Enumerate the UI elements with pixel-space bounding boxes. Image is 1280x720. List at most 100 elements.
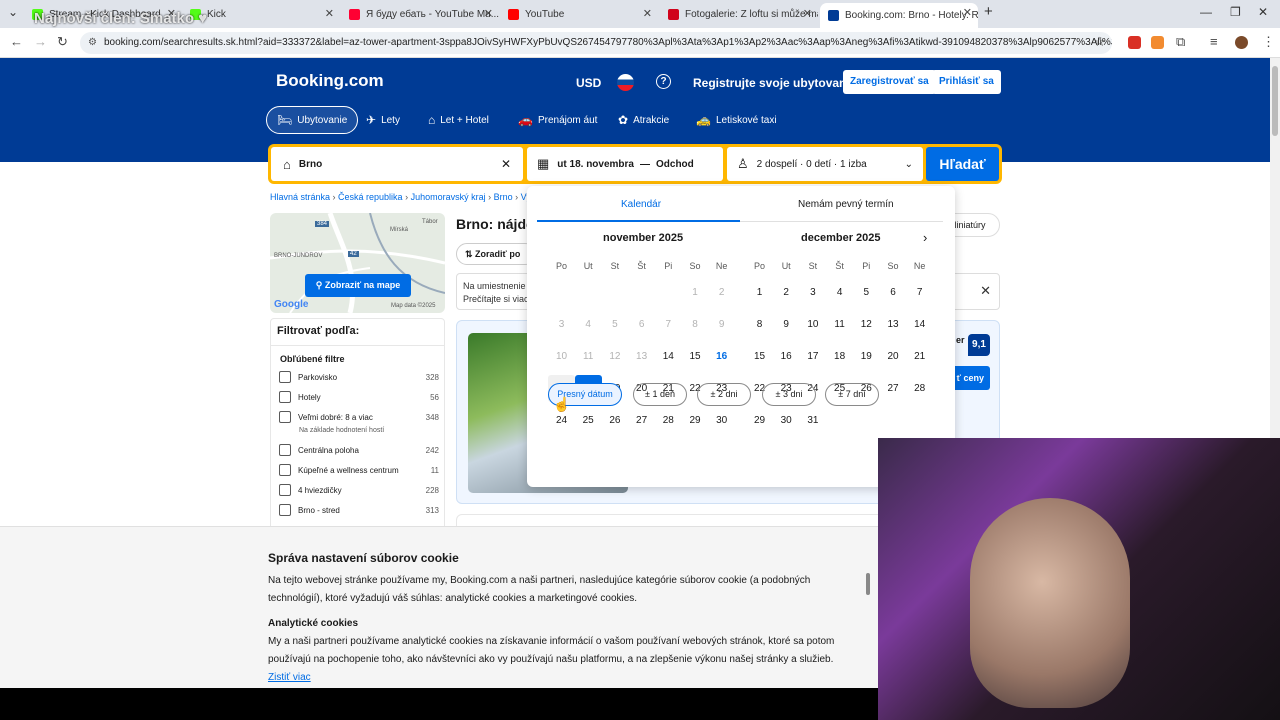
calendar-day[interactable]: 11 (826, 311, 853, 338)
close-window-icon[interactable]: ✕ (1258, 5, 1268, 19)
calendar-day[interactable]: 15 (746, 343, 773, 370)
calendar-day[interactable]: 17 (799, 343, 826, 370)
calendar-day[interactable]: 31 (799, 407, 826, 434)
map-preview[interactable]: BRNO-JUNDROV Mírská Tábor 384 42 ⚲ Zobra… (270, 213, 445, 313)
calendar-day[interactable]: 7 (655, 311, 682, 338)
calendar-day[interactable]: 29 (682, 407, 709, 434)
calendar-day[interactable]: 11 (575, 343, 602, 370)
calendar-day[interactable]: 21 (906, 343, 933, 370)
close-tab-icon[interactable]: ✕ (963, 6, 972, 19)
cookie-scrollbar[interactable] (866, 573, 870, 595)
calendar-day[interactable]: 4 (826, 279, 853, 306)
calendar-day[interactable]: 10 (548, 343, 575, 370)
calendar-day[interactable]: 6 (628, 311, 655, 338)
calendar-day[interactable]: 8 (682, 311, 709, 338)
calendar-day[interactable]: 13 (880, 311, 907, 338)
filter-option[interactable]: Veľmi dobré: 8 a viac 348 (279, 411, 439, 423)
currency-selector[interactable]: USD (576, 76, 601, 90)
close-tab-icon[interactable]: ✕ (484, 7, 493, 20)
calendar-day[interactable]: 5 (853, 279, 880, 306)
tab-search-icon[interactable]: ⌄ (8, 5, 18, 19)
browser-menu-icon[interactable]: ⋮ (1262, 34, 1275, 50)
nav-item[interactable]: 🚗 Prenájom áut (518, 106, 597, 134)
calendar-day[interactable]: 9 (708, 311, 735, 338)
filter-checkbox[interactable] (279, 391, 291, 403)
filter-option[interactable]: Hotely 56 (279, 391, 439, 403)
browser-tab[interactable]: YouTube ✕ (500, 4, 658, 24)
calendar-day[interactable]: 26 (601, 407, 628, 434)
guests-field[interactable]: ♙ 2 dospelí · 0 detí · 1 izba ⌄ (727, 147, 923, 181)
calendar-day[interactable]: 30 (773, 407, 800, 434)
see-availability-button[interactable]: ť ceny (952, 366, 990, 390)
extension-icon[interactable] (1151, 36, 1164, 49)
calendar-day[interactable]: 12 (853, 311, 880, 338)
calendar-day[interactable]: 14 (906, 311, 933, 338)
calendar-day[interactable]: 4 (575, 311, 602, 338)
calendar-day[interactable]: 18 (826, 343, 853, 370)
filter-option[interactable]: 4 hviezdičky 228 (279, 484, 439, 496)
address-bar[interactable]: ⚙ booking.com/searchresults.sk.html?aid=… (80, 32, 1112, 54)
breadcrumb-item[interactable]: Česká republika (338, 192, 403, 202)
minimize-icon[interactable]: — (1200, 5, 1212, 19)
search-button[interactable]: Hľadať (926, 147, 999, 181)
destination-field[interactable]: ⌂ Brno ✕ (271, 147, 523, 181)
register-property-link[interactable]: Registrujte svoje ubytovanie (693, 76, 856, 90)
date-flex-option[interactable]: ± 2 dni (697, 383, 751, 406)
calendar-day[interactable]: 3 (799, 279, 826, 306)
filter-option[interactable]: Kúpeľné a wellness centrum 11 (279, 464, 439, 476)
show-on-map-button[interactable]: ⚲ Zobraziť na mape (305, 274, 411, 297)
calendar-day[interactable]: 6 (880, 279, 907, 306)
close-tab-icon[interactable]: ✕ (643, 7, 652, 20)
nav-item[interactable]: ✿ Atrakcie (618, 106, 669, 134)
help-icon[interactable]: ? (656, 74, 671, 89)
calendar-day[interactable]: 7 (906, 279, 933, 306)
extension-icon[interactable] (1128, 36, 1141, 49)
calendar-day[interactable]: 10 (799, 311, 826, 338)
filter-option[interactable]: Centrálna poloha 242 (279, 444, 439, 456)
calendar-day[interactable]: 30 (708, 407, 735, 434)
clear-destination-icon[interactable]: ✕ (501, 157, 511, 171)
calendar-day[interactable]: 25 (575, 407, 602, 434)
date-flex-option[interactable]: ± 3 dni (762, 383, 816, 406)
language-flag-icon[interactable] (617, 74, 634, 91)
breadcrumb-item[interactable]: Hlavná stránka (270, 192, 330, 202)
breadcrumb-item[interactable]: Juhomoravský kraj (411, 192, 486, 202)
filter-option[interactable]: Parkovisko 328 (279, 371, 439, 383)
calendar-day[interactable]: 19 (853, 343, 880, 370)
calendar-day[interactable]: 14 (655, 343, 682, 370)
calendar-day[interactable]: 1 (682, 279, 709, 306)
date-flex-option[interactable]: ± 7 dní (825, 383, 879, 406)
calendar-day[interactable]: 1 (746, 279, 773, 306)
filter-option[interactable]: Brno - stred 313 (279, 504, 439, 516)
filter-checkbox[interactable] (279, 464, 291, 476)
tab-calendar[interactable]: Kalendár (621, 199, 661, 210)
breadcrumb-item[interactable]: Brno (494, 192, 513, 202)
filter-checkbox[interactable] (279, 444, 291, 456)
profile-avatar[interactable] (1235, 36, 1248, 49)
date-flex-option[interactable]: ± 1 deň (633, 383, 687, 406)
filter-checkbox[interactable] (279, 411, 291, 423)
nav-item[interactable]: 🚕 Letiskové taxi (696, 106, 777, 134)
dates-field[interactable]: ▦ ut 18. novembra — Odchod (527, 147, 723, 181)
tab-flexible[interactable]: Nemám pevný termín (798, 199, 894, 210)
maximize-icon[interactable]: ❐ (1230, 5, 1241, 19)
extensions-puzzle-icon[interactable]: ⧉ (1176, 34, 1185, 50)
site-info-icon[interactable]: ⚙ (88, 32, 97, 54)
calendar-day[interactable]: 13 (628, 343, 655, 370)
calendar-day[interactable]: 5 (601, 311, 628, 338)
scrollbar-thumb[interactable] (1272, 66, 1278, 136)
nav-item[interactable]: 🛏 Ubytovanie (266, 106, 359, 134)
calendar-day[interactable]: 16 (773, 343, 800, 370)
calendar-day[interactable]: 12 (601, 343, 628, 370)
close-notice-icon[interactable]: ✕ (980, 284, 991, 297)
browser-tab[interactable]: Я буду ебать - YouTube Mu... ✕ (341, 4, 499, 24)
calendar-day[interactable]: 2 (773, 279, 800, 306)
calendar-day[interactable]: 20 (880, 343, 907, 370)
filter-checkbox[interactable] (279, 484, 291, 496)
filter-checkbox[interactable] (279, 504, 291, 516)
media-control-icon[interactable]: ≡ (1210, 34, 1218, 49)
calendar-day[interactable]: 9 (773, 311, 800, 338)
filter-checkbox[interactable] (279, 371, 291, 383)
calendar-day[interactable]: 27 (880, 375, 907, 402)
booking-logo[interactable]: Booking.com (276, 71, 384, 91)
